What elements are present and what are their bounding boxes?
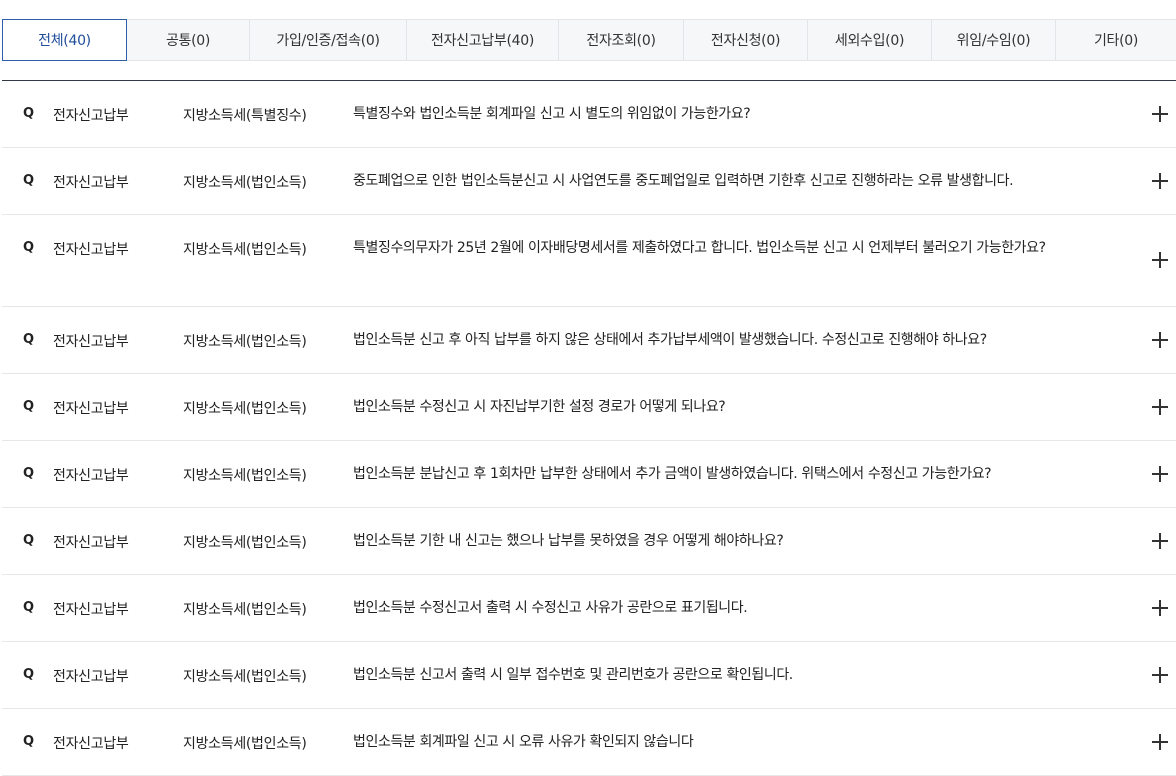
plus-icon[interactable] — [1152, 466, 1168, 482]
faq-question[interactable]: 법인소득분 신고서 출력 시 일부 접수번호 및 관리번호가 공란으로 확인됩니… — [353, 662, 1083, 688]
faq-question[interactable]: 법인소득분 수정신고 시 자진납부기한 설정 경로가 어떻게 되나요? — [353, 394, 1083, 420]
tab-non-tax-revenue[interactable]: 세외수입(0) — [808, 19, 932, 61]
faq-item[interactable]: Q 전자신고납부 지방소득세(법인소득) 법인소득분 기한 내 신고는 했으나 … — [2, 508, 1176, 575]
plus-icon[interactable] — [1152, 252, 1168, 268]
faq-category: 전자신고납부 — [53, 535, 129, 551]
tab-delegation[interactable]: 위임/수임(0) — [932, 19, 1056, 61]
plus-icon[interactable] — [1152, 173, 1168, 189]
plus-icon[interactable] — [1152, 734, 1168, 750]
plus-icon[interactable] — [1152, 399, 1168, 415]
faq-item[interactable]: Q 전자신고납부 지방소득세(법인소득) 중도폐업으로 인한 법인소득분신고 시… — [2, 148, 1176, 215]
faq-category: 전자신고납부 — [53, 175, 129, 191]
faq-category: 전자신고납부 — [53, 242, 129, 258]
faq-question[interactable]: 법인소득분 신고 후 아직 납부를 하지 않은 상태에서 추가납부세액이 발생했… — [353, 327, 1083, 353]
faq-category: 전자신고납부 — [53, 334, 129, 350]
faq-category: 전자신고납부 — [53, 736, 129, 752]
faq-item[interactable]: Q 전자신고납부 지방소득세(특별징수) 특별징수와 법인소득분 회계파일 신고… — [2, 81, 1176, 148]
faq-question[interactable]: 특별징수의무자가 25년 2월에 이자배당명세서를 제출하였다고 합니다. 법인… — [353, 235, 1083, 261]
tab-e-application[interactable]: 전자신청(0) — [684, 19, 808, 61]
tab-common[interactable]: 공통(0) — [127, 19, 250, 61]
q-marker: Q — [23, 106, 35, 121]
faq-category: 전자신고납부 — [53, 468, 129, 484]
faq-subcategory: 지방소득세(법인소득) — [183, 334, 307, 350]
plus-icon[interactable] — [1152, 533, 1168, 549]
faq-question[interactable]: 중도폐업으로 인한 법인소득분신고 시 사업연도를 중도폐업일로 입력하면 기한… — [353, 168, 1083, 194]
q-marker: Q — [23, 734, 35, 749]
faq-subcategory: 지방소득세(법인소득) — [183, 602, 307, 618]
faq-item[interactable]: Q 전자신고납부 지방소득세(법인소득) 법인소득분 수정신고서 출력 시 수정… — [2, 575, 1176, 642]
plus-icon[interactable] — [1152, 332, 1168, 348]
q-marker: Q — [23, 466, 35, 481]
faq-subcategory: 지방소득세(법인소득) — [183, 175, 307, 191]
q-marker: Q — [23, 600, 35, 615]
faq-item[interactable]: Q 전자신고납부 지방소득세(법인소득) 법인소득분 신고 후 아직 납부를 하… — [2, 307, 1176, 374]
q-marker: Q — [23, 332, 35, 347]
tab-etc[interactable]: 기타(0) — [1056, 19, 1176, 61]
tab-all[interactable]: 전체(40) — [2, 19, 127, 61]
faq-subcategory: 지방소득세(특별징수) — [183, 108, 307, 124]
q-marker: Q — [23, 533, 35, 548]
tab-e-inquiry[interactable]: 전자조회(0) — [559, 19, 684, 61]
q-marker: Q — [23, 173, 35, 188]
faq-question[interactable]: 법인소득분 수정신고서 출력 시 수정신고 사유가 공란으로 표기됩니다. — [353, 595, 1083, 621]
faq-subcategory: 지방소득세(법인소득) — [183, 736, 307, 752]
tab-e-filing-payment[interactable]: 전자신고납부(40) — [407, 19, 559, 61]
faq-subcategory: 지방소득세(법인소득) — [183, 468, 307, 484]
faq-list: Q 전자신고납부 지방소득세(특별징수) 특별징수와 법인소득분 회계파일 신고… — [2, 80, 1176, 776]
faq-subcategory: 지방소득세(법인소득) — [183, 669, 307, 685]
tab-signup-auth-access[interactable]: 가입/인증/접속(0) — [250, 19, 407, 61]
faq-category: 전자신고납부 — [53, 669, 129, 685]
q-marker: Q — [23, 399, 35, 414]
faq-category: 전자신고납부 — [53, 108, 129, 124]
faq-subcategory: 지방소득세(법인소득) — [183, 401, 307, 417]
category-tabs: 전체(40) 공통(0) 가입/인증/접속(0) 전자신고납부(40) 전자조회… — [2, 19, 1176, 61]
faq-category: 전자신고납부 — [53, 401, 129, 417]
faq-subcategory: 지방소득세(법인소득) — [183, 242, 307, 258]
faq-item[interactable]: Q 전자신고납부 지방소득세(법인소득) 특별징수의무자가 25년 2월에 이자… — [2, 215, 1176, 307]
plus-icon[interactable] — [1152, 600, 1168, 616]
plus-icon[interactable] — [1152, 667, 1168, 683]
faq-question[interactable]: 특별징수와 법인소득분 회계파일 신고 시 별도의 위임없이 가능한가요? — [353, 101, 1083, 127]
q-marker: Q — [23, 240, 35, 255]
faq-question[interactable]: 법인소득분 기한 내 신고는 했으나 납부를 못하였을 경우 어떻게 해야하나요… — [353, 528, 1083, 554]
faq-question[interactable]: 법인소득분 분납신고 후 1회차만 납부한 상태에서 추가 금액이 발생하였습니… — [353, 461, 1083, 487]
faq-category: 전자신고납부 — [53, 602, 129, 618]
faq-item[interactable]: Q 전자신고납부 지방소득세(법인소득) 법인소득분 수정신고 시 자진납부기한… — [2, 374, 1176, 441]
faq-question[interactable]: 법인소득분 회계파일 신고 시 오류 사유가 확인되지 않습니다 — [353, 729, 1083, 755]
faq-item[interactable]: Q 전자신고납부 지방소득세(법인소득) 법인소득분 신고서 출력 시 일부 접… — [2, 642, 1176, 709]
q-marker: Q — [23, 667, 35, 682]
plus-icon[interactable] — [1152, 106, 1168, 122]
faq-item[interactable]: Q 전자신고납부 지방소득세(법인소득) 법인소득분 분납신고 후 1회차만 납… — [2, 441, 1176, 508]
faq-item[interactable]: Q 전자신고납부 지방소득세(법인소득) 법인소득분 회계파일 신고 시 오류 … — [2, 709, 1176, 776]
faq-subcategory: 지방소득세(법인소득) — [183, 535, 307, 551]
